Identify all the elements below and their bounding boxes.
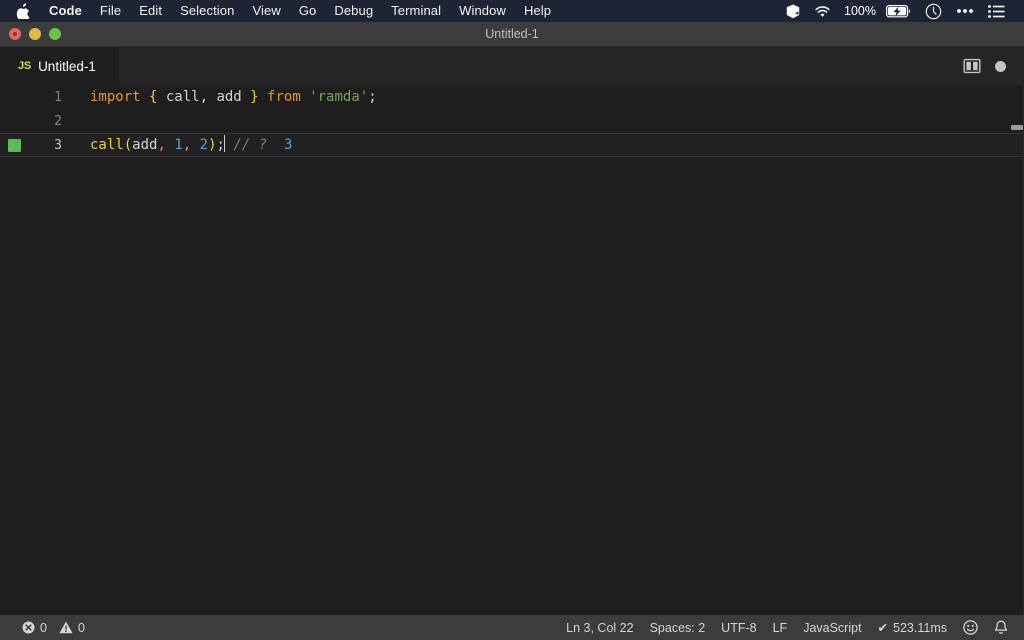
close-window-button[interactable] xyxy=(9,28,21,40)
menu-bar-items: Code File Edit Selection View Go Debug T… xyxy=(12,0,560,22)
menu-item-debug[interactable]: Debug xyxy=(325,0,382,22)
code-editor[interactable]: 1 import { call, add } from 'ramda'; 2 3… xyxy=(0,85,1024,615)
token-space-3 xyxy=(301,89,309,105)
encoding-setting[interactable]: UTF-8 xyxy=(713,617,764,639)
warning-triangle-icon xyxy=(59,621,73,634)
menu-item-file[interactable]: File xyxy=(91,0,130,22)
token-space-2 xyxy=(259,89,267,105)
token-open-paren: ( xyxy=(123,137,133,153)
check-icon: ✔ xyxy=(877,620,889,635)
token-module-string: 'ramda' xyxy=(309,89,369,105)
battery-percentage: 100% xyxy=(844,4,876,18)
menu-item-code[interactable]: Code xyxy=(40,0,91,22)
menu-item-selection[interactable]: Selection xyxy=(171,0,243,22)
list-icon[interactable] xyxy=(981,0,1012,22)
minimize-window-button[interactable] xyxy=(29,28,41,40)
editor-line-2[interactable]: 2 xyxy=(0,109,1024,133)
menu-bar-status-items: 100% xyxy=(779,0,1016,22)
menu-item-go[interactable]: Go xyxy=(290,0,326,22)
feedback-button[interactable] xyxy=(955,617,986,639)
language-mode[interactable]: JavaScript xyxy=(795,617,869,639)
menu-item-help[interactable]: Help xyxy=(515,0,560,22)
token-function-call: call xyxy=(90,137,124,153)
window-title-bar: Untitled-1 xyxy=(0,22,1024,47)
line-number: 3 xyxy=(54,137,62,153)
token-close-brace: } xyxy=(250,89,259,105)
battery-charging-icon[interactable] xyxy=(879,0,918,22)
tab-bar-spacer xyxy=(120,47,963,85)
status-bar-left: 0 0 xyxy=(14,617,93,639)
js-file-icon: JS xyxy=(18,60,32,72)
glyph-margin[interactable] xyxy=(0,138,28,152)
line-number: 2 xyxy=(54,113,62,129)
indentation-setting[interactable]: Spaces: 2 xyxy=(642,617,714,639)
editor-line-1[interactable]: 1 import { call, add } from 'ramda'; xyxy=(0,85,1024,109)
time-machine-icon[interactable] xyxy=(918,0,949,22)
warning-count: 0 xyxy=(77,620,85,635)
token-number-1: 1 xyxy=(174,137,183,153)
tab-untitled-1[interactable]: JS Untitled-1 xyxy=(0,47,120,85)
token-comma-1: , xyxy=(157,137,166,153)
unsaved-indicator-dot[interactable] xyxy=(995,60,1006,72)
error-circle-icon xyxy=(22,621,35,634)
editor-line-3[interactable]: 3 call(add, 1, 2); // ? 3 xyxy=(0,133,1024,157)
token-space-4 xyxy=(267,137,284,153)
token-imported-names: call, add xyxy=(157,89,251,105)
eol-setting[interactable]: LF xyxy=(765,617,796,639)
line-number: 1 xyxy=(54,89,62,105)
ellipsis-icon[interactable] xyxy=(949,0,981,22)
token-comma-2: , xyxy=(182,137,192,153)
line-content: import { call, add } from 'ramda'; xyxy=(62,85,377,109)
window-title: Untitled-1 xyxy=(485,27,539,41)
vscode-window: Code File Edit Selection View Go Debug T… xyxy=(0,0,1024,640)
token-keyword-from: from xyxy=(267,89,301,105)
apple-logo-icon[interactable] xyxy=(12,3,34,19)
menu-item-window[interactable]: Window xyxy=(450,0,515,22)
token-close-paren: ) xyxy=(208,137,217,153)
status-bar: 0 0 Ln 3, Col 22 Spaces: 2 UTF-8 LF Java… xyxy=(0,615,1024,640)
box-icon[interactable] xyxy=(779,0,807,22)
quokka-runtime-status[interactable]: ✔ 523.11ms xyxy=(870,617,955,639)
editor-scrollbar[interactable] xyxy=(1010,85,1024,615)
maximize-window-button[interactable] xyxy=(49,28,61,40)
token-semicolon: ; xyxy=(368,89,377,105)
token-space-2 xyxy=(191,137,199,153)
runtime-duration: 523.11ms xyxy=(893,620,947,635)
editor-actions xyxy=(963,47,1024,85)
wifi-icon[interactable] xyxy=(807,0,838,22)
token-arg-add: add xyxy=(132,137,158,153)
close-icon xyxy=(13,32,17,36)
token-inline-result: 3 xyxy=(283,137,293,153)
line-content: call(add, 1, 2); // ? 3 xyxy=(62,133,292,157)
menu-item-edit[interactable]: Edit xyxy=(130,0,171,22)
notifications-button[interactable] xyxy=(986,617,1016,639)
smiley-icon xyxy=(963,620,978,635)
scrollbar-thumb[interactable] xyxy=(1011,125,1023,130)
menu-item-terminal[interactable]: Terminal xyxy=(382,0,450,22)
traffic-light-buttons xyxy=(0,28,61,40)
token-comment: // ? xyxy=(233,137,268,153)
token-number-2: 2 xyxy=(199,137,209,153)
menu-item-view[interactable]: View xyxy=(243,0,289,22)
tab-label: Untitled-1 xyxy=(38,58,96,74)
cursor-position[interactable]: Ln 3, Col 22 xyxy=(558,617,641,639)
problems-indicator[interactable]: 0 0 xyxy=(14,617,93,639)
token-keyword-import: import xyxy=(90,89,141,105)
quokka-live-marker-icon xyxy=(7,138,21,152)
split-editor-icon[interactable] xyxy=(963,57,981,75)
editor-tab-bar: JS Untitled-1 xyxy=(0,47,1024,85)
bell-icon xyxy=(994,620,1008,635)
macos-menu-bar: Code File Edit Selection View Go Debug T… xyxy=(0,0,1024,22)
error-count: 0 xyxy=(40,620,47,635)
status-bar-right: Ln 3, Col 22 Spaces: 2 UTF-8 LF JavaScri… xyxy=(558,617,1016,639)
